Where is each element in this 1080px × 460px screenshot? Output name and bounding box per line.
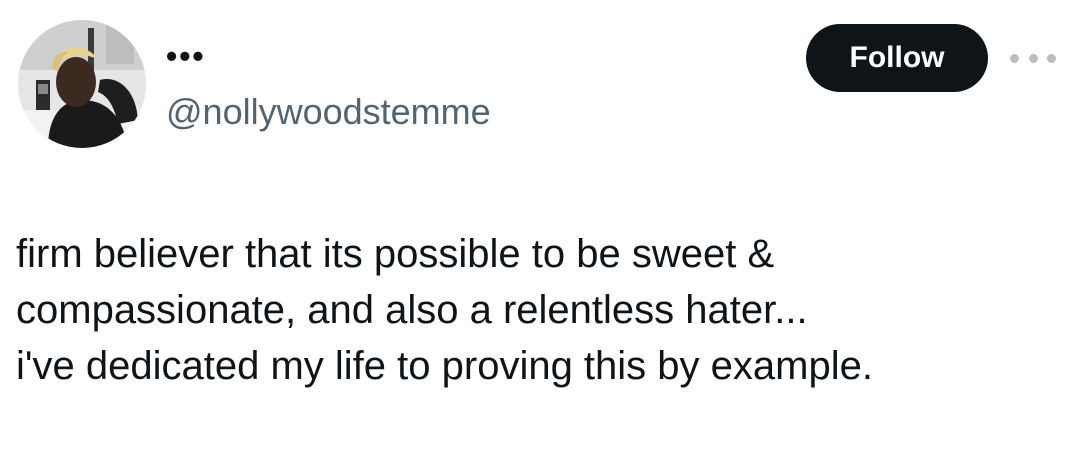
follow-button[interactable]: Follow (806, 24, 988, 92)
avatar[interactable] (18, 20, 146, 148)
more-dot (1047, 53, 1056, 63)
more-dot (1028, 53, 1038, 63)
author-handle[interactable]: @nollywoodstemme (166, 90, 491, 134)
tweet-text-line: firm believer that its possible to be sw… (16, 232, 775, 276)
tweet-text-line: i've dedicated my life to proving this b… (16, 344, 873, 388)
avatar-image (18, 20, 146, 148)
more-dot (1010, 53, 1019, 63)
author-display-name[interactable]: ••• (166, 36, 206, 76)
tweet-text-line: compassionate, and also a relentless hat… (16, 288, 808, 332)
tweet-card: ••• @nollywoodstemme Follow firm believe… (0, 0, 1080, 460)
more-options-icon[interactable] (1010, 48, 1056, 68)
tweet-text: firm believer that its possible to be sw… (16, 226, 1066, 394)
